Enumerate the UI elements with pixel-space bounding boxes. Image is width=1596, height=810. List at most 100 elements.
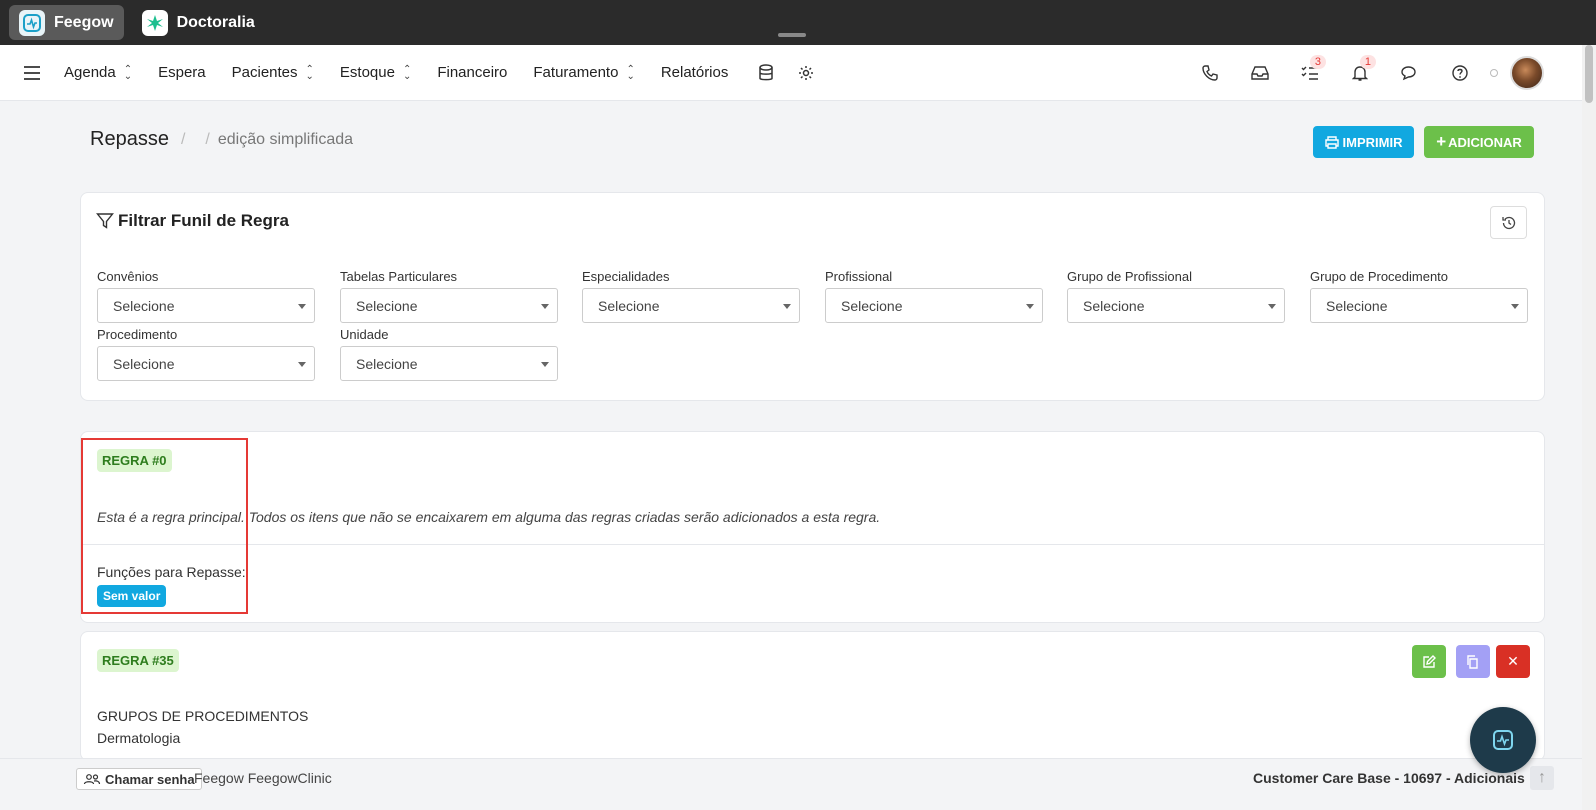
- notifications-badge: 1: [1359, 55, 1376, 69]
- filter-convenios-select[interactable]: Selecione: [97, 288, 315, 323]
- filter-especialidades: Especialidades Selecione: [582, 269, 800, 323]
- history-button[interactable]: [1490, 206, 1527, 239]
- filter-convenios-label: Convênios: [97, 269, 159, 284]
- tab-doctoralia[interactable]: Doctoralia: [132, 5, 265, 40]
- chevron-updown-icon: ⌃ ⌄: [305, 63, 314, 82]
- edit-rule-button[interactable]: [1412, 645, 1446, 678]
- nav-espera[interactable]: Espera: [158, 64, 206, 81]
- filter-grupo-profissional-select[interactable]: Selecione: [1067, 288, 1285, 323]
- filter-grupo-profissional-value: Selecione: [1083, 297, 1145, 314]
- gear-icon[interactable]: [786, 53, 826, 93]
- help-icon[interactable]: [1440, 53, 1480, 93]
- nav-faturamento-label: Faturamento: [533, 64, 619, 81]
- caret-down-icon: [298, 304, 306, 309]
- filter-tabelas-select[interactable]: Selecione: [340, 288, 558, 323]
- filter-procedimento-label: Procedimento: [97, 327, 178, 342]
- page-title: Repasse: [90, 128, 169, 150]
- call-password-label: Chamar senha: [105, 771, 195, 787]
- print-button[interactable]: IMPRIMIR: [1313, 126, 1414, 158]
- filter-profissional-value: Selecione: [841, 297, 903, 314]
- printer-icon: [1324, 135, 1339, 149]
- filter-title-text: Filtrar Funil de Regra: [118, 211, 289, 230]
- filter-unidade: Unidade Selecione: [340, 327, 558, 381]
- feegow-chat-icon: [1493, 730, 1513, 750]
- filter-especialidades-value: Selecione: [598, 297, 660, 314]
- nav-faturamento[interactable]: Faturamento ⌃ ⌄: [533, 64, 634, 81]
- caret-down-icon: [298, 362, 306, 367]
- tab-feegow-label: Feegow: [54, 13, 114, 31]
- support-chat-button[interactable]: [1470, 707, 1536, 773]
- nav-pacientes[interactable]: Pacientes ⌃ ⌄: [232, 64, 314, 81]
- nav-pacientes-label: Pacientes: [231, 64, 298, 81]
- call-password-button[interactable]: Chamar senha: [76, 768, 202, 790]
- procedure-groups-value: Dermatologia: [97, 730, 181, 746]
- nav-relatorios[interactable]: Relatórios: [661, 64, 729, 81]
- footer-account: Customer Care Base - 10697 - Adicionais: [1253, 770, 1525, 786]
- rule-badge: REGRA #35: [97, 649, 179, 672]
- chevron-updown-icon: ⌃ ⌄: [123, 63, 133, 82]
- phone-icon[interactable]: [1190, 53, 1230, 93]
- filter-especialidades-select[interactable]: Selecione: [582, 288, 800, 323]
- users-icon: [83, 774, 101, 785]
- nav-estoque[interactable]: Estoque ⌃ ⌄: [340, 64, 411, 81]
- footer-brand: Feegow FeegowClinic: [194, 770, 332, 786]
- nav-estoque-label: Estoque: [339, 64, 395, 81]
- page-scrollbar[interactable]: [1582, 45, 1596, 810]
- divider: [81, 544, 1544, 545]
- arrow-up-icon: ↑: [1538, 769, 1546, 786]
- inbox-icon[interactable]: [1240, 53, 1280, 93]
- filter-convenios: Convênios Selecione: [97, 269, 315, 323]
- filter-especialidades-label: Especialidades: [582, 269, 670, 284]
- breadcrumb-separator: /: [205, 130, 210, 148]
- filter-grupo-profissional-label: Grupo de Profissional: [1067, 269, 1193, 284]
- filter-procedimento-select[interactable]: Selecione: [97, 346, 315, 381]
- rule-card-0: REGRA #0 Esta é a regra principal. Todos…: [80, 431, 1545, 623]
- filter-card: Filtrar Funil de Regra Convênios Selecio…: [80, 192, 1545, 401]
- window-drag-handle[interactable]: [778, 33, 806, 37]
- caret-down-icon: [1511, 304, 1519, 309]
- app-switcher-bar: Feegow Doctoralia: [0, 0, 1596, 45]
- scroll-top-button[interactable]: ↑: [1530, 766, 1554, 790]
- bell-icon[interactable]: 1: [1340, 53, 1380, 93]
- feegow-logo-icon: [19, 9, 45, 36]
- caret-down-icon: [783, 304, 791, 309]
- nav-agenda[interactable]: Agenda ⌃ ⌄: [64, 64, 132, 81]
- tab-feegow[interactable]: Feegow: [9, 5, 124, 40]
- add-button[interactable]: + ADICIONAR: [1424, 126, 1534, 158]
- database-icon[interactable]: [746, 53, 786, 93]
- menu-icon[interactable]: [0, 65, 64, 80]
- filter-profissional: Profissional Selecione: [825, 269, 1043, 323]
- tasks-badge: 3: [1309, 55, 1326, 69]
- filter-grupo-procedimento: Grupo de Procedimento Selecione: [1310, 269, 1528, 323]
- caret-down-icon: [1268, 304, 1276, 309]
- chevron-updown-icon: ⌃ ⌄: [402, 63, 412, 82]
- tab-doctoralia-label: Doctoralia: [176, 13, 255, 31]
- duplicate-rule-button[interactable]: [1456, 645, 1490, 678]
- history-icon: [1501, 216, 1515, 229]
- chat-icon[interactable]: [1390, 53, 1430, 93]
- filter-icon: [96, 213, 114, 229]
- filter-tabelas-label: Tabelas Particulares: [340, 269, 458, 284]
- filter-grupo-procedimento-value: Selecione: [1326, 297, 1388, 314]
- caret-down-icon: [541, 304, 549, 309]
- filter-unidade-select[interactable]: Selecione: [340, 346, 558, 381]
- avatar[interactable]: [1510, 56, 1544, 90]
- tasks-icon[interactable]: 3: [1290, 53, 1330, 93]
- filter-title: Filtrar Funil de Regra: [96, 211, 289, 231]
- status-indicator: [1490, 69, 1498, 77]
- filter-tabelas-value: Selecione: [356, 297, 418, 314]
- close-icon: ✕: [1507, 653, 1519, 669]
- filter-profissional-select[interactable]: Selecione: [825, 288, 1043, 323]
- plus-icon: +: [1436, 132, 1447, 151]
- nav-financeiro[interactable]: Financeiro: [437, 64, 507, 81]
- rule-card-35: REGRA #35 ✕ GRUPOS DE PROCEDIMENTOS Derm…: [80, 631, 1545, 761]
- breadcrumb: Repasse / / edição simplificada: [90, 128, 353, 151]
- caret-down-icon: [1026, 304, 1034, 309]
- filter-procedimento: Procedimento Selecione: [97, 327, 315, 381]
- delete-rule-button[interactable]: ✕: [1496, 645, 1530, 678]
- scrollbar-thumb[interactable]: [1585, 45, 1593, 103]
- nav-relatorios-label: Relatórios: [660, 64, 729, 81]
- nav-agenda-label: Agenda: [64, 64, 116, 81]
- filter-grupo-procedimento-select[interactable]: Selecione: [1310, 288, 1528, 323]
- filter-grupo-profissional: Grupo de Profissional Selecione: [1067, 269, 1285, 323]
